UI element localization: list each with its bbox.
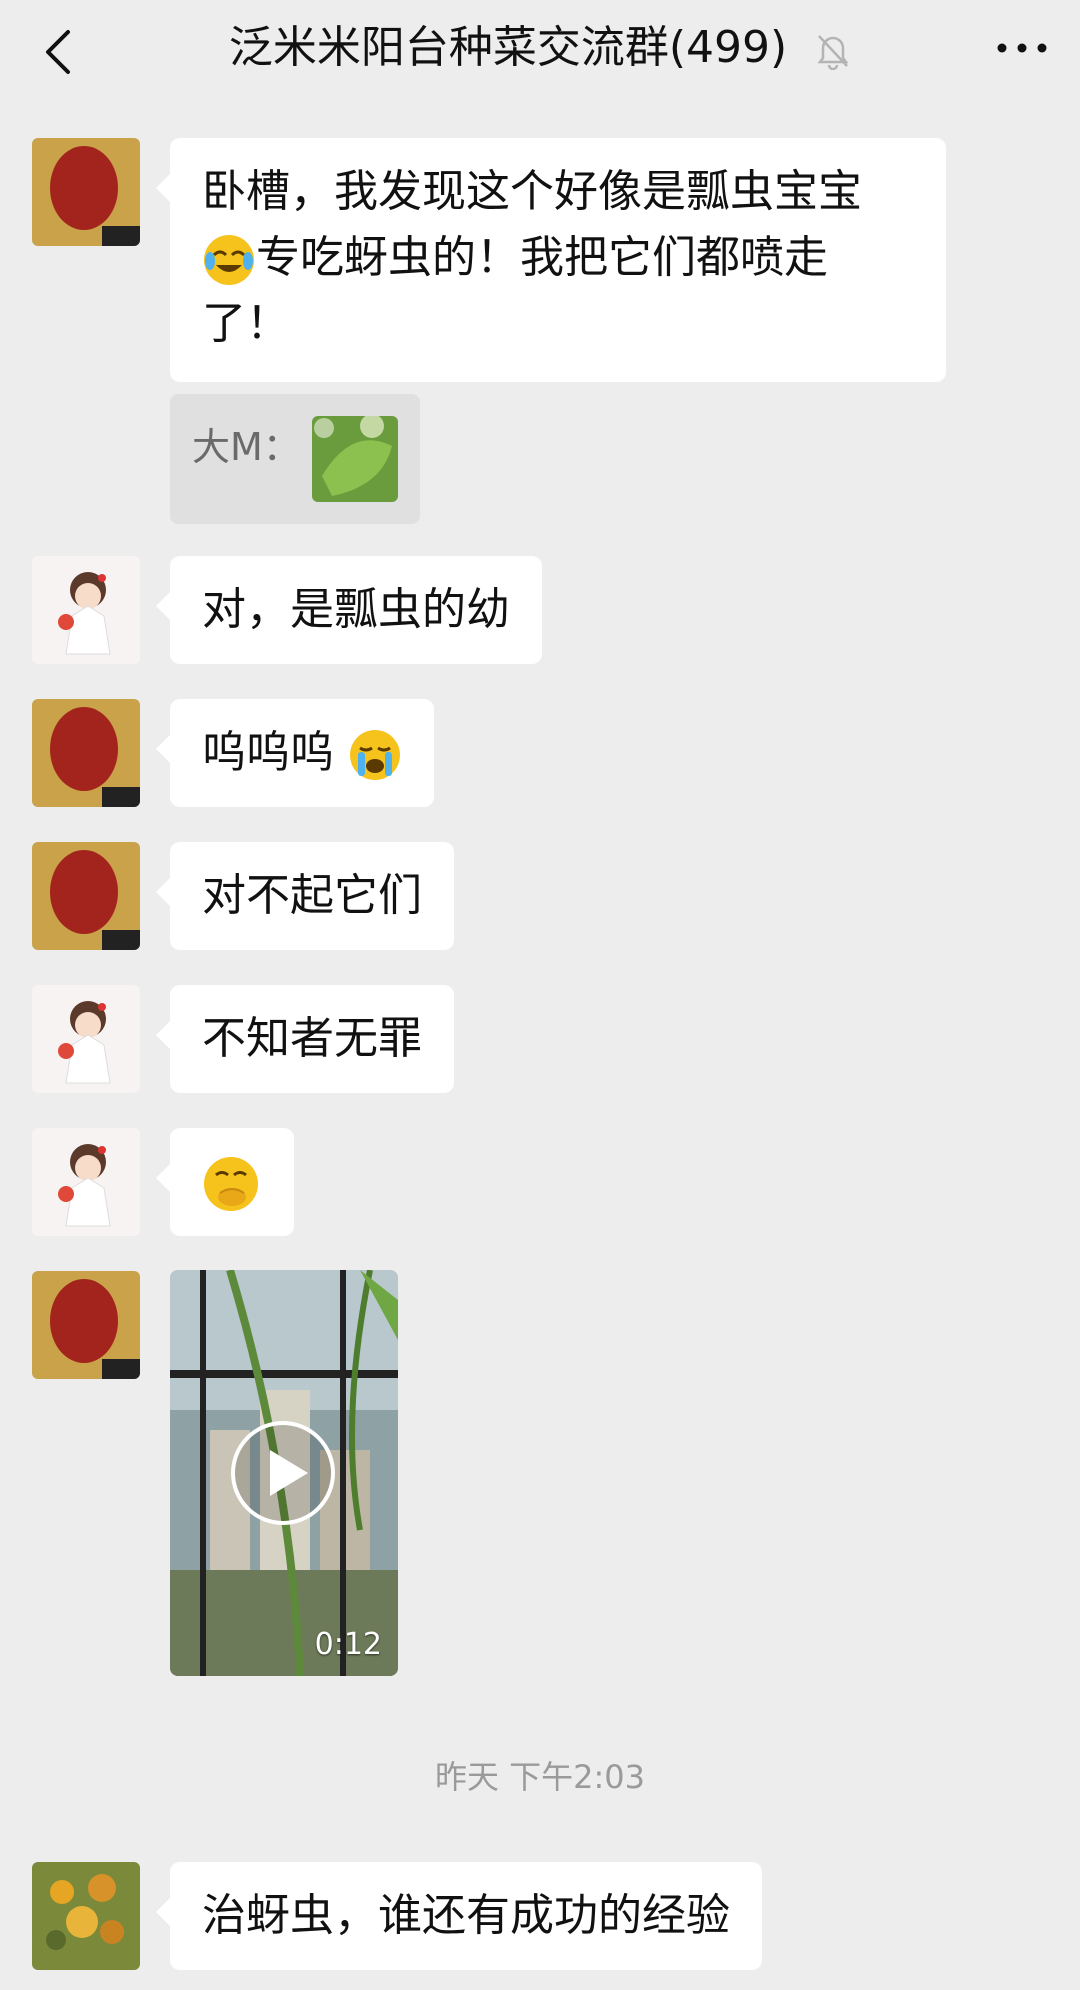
message-bubble[interactable] xyxy=(156,1128,294,1236)
avatar[interactable] xyxy=(32,985,140,1093)
play-icon[interactable] xyxy=(228,1418,338,1528)
chat-title: 泛米米阳台种菜交流群(499) xyxy=(120,18,960,78)
avatar[interactable] xyxy=(32,842,140,950)
avatar[interactable] xyxy=(32,138,140,246)
avatar[interactable] xyxy=(32,556,140,664)
avatar[interactable] xyxy=(32,1128,140,1236)
message-bubble[interactable]: 对，是瓢虫的幼 xyxy=(156,556,542,664)
avatar[interactable] xyxy=(32,1271,140,1379)
message-text: 呜呜呜 xyxy=(202,727,334,778)
more-options-icon[interactable] xyxy=(992,28,1052,68)
message-text: 对不起它们 xyxy=(202,870,422,921)
quoted-message[interactable]: 大M： xyxy=(170,394,420,524)
face-with-hand-over-mouth-icon xyxy=(204,1157,258,1211)
message-bubble[interactable]: 治蚜虫，谁还有成功的经验 xyxy=(156,1862,762,1970)
quote-sender: 大M： xyxy=(192,425,301,469)
message-bubble[interactable]: 对不起它们 xyxy=(156,842,454,950)
avatar[interactable] xyxy=(32,1862,140,1970)
loudly-crying-face-icon xyxy=(350,730,400,780)
chat-header: 泛米米阳台种菜交流群(499) xyxy=(0,0,1080,104)
video-message[interactable]: 0:12 xyxy=(170,1270,398,1676)
mute-bell-icon xyxy=(817,35,849,70)
message-text: 不知者无罪 xyxy=(202,1013,422,1064)
avatar[interactable] xyxy=(32,699,140,807)
timestamp: 昨天 下午2:03 xyxy=(434,1758,646,1796)
message-text-continued: 专吃蚜虫的！我把它们都喷走了！ xyxy=(202,232,828,349)
back-arrow-icon[interactable] xyxy=(38,26,78,78)
message-text: 对，是瓢虫的幼 xyxy=(202,584,510,635)
chat-title-text: 泛米米阳台种菜交流群(499) xyxy=(228,22,788,73)
message-bubble[interactable]: 呜呜呜 xyxy=(156,699,434,807)
quote-image-thumbnail[interactable] xyxy=(312,416,398,502)
video-duration: 0:12 xyxy=(314,1627,382,1662)
face-with-tears-of-joy-icon xyxy=(204,235,254,285)
message-text: 治蚜虫，谁还有成功的经验 xyxy=(202,1890,730,1941)
message-bubble[interactable]: 卧槽，我发现这个好像是瓢虫宝宝 专吃蚜虫的！我把它们都喷走了！ xyxy=(156,138,946,382)
message-text: 卧槽，我发现这个好像是瓢虫宝宝 xyxy=(202,166,862,217)
message-bubble[interactable]: 不知者无罪 xyxy=(156,985,454,1093)
